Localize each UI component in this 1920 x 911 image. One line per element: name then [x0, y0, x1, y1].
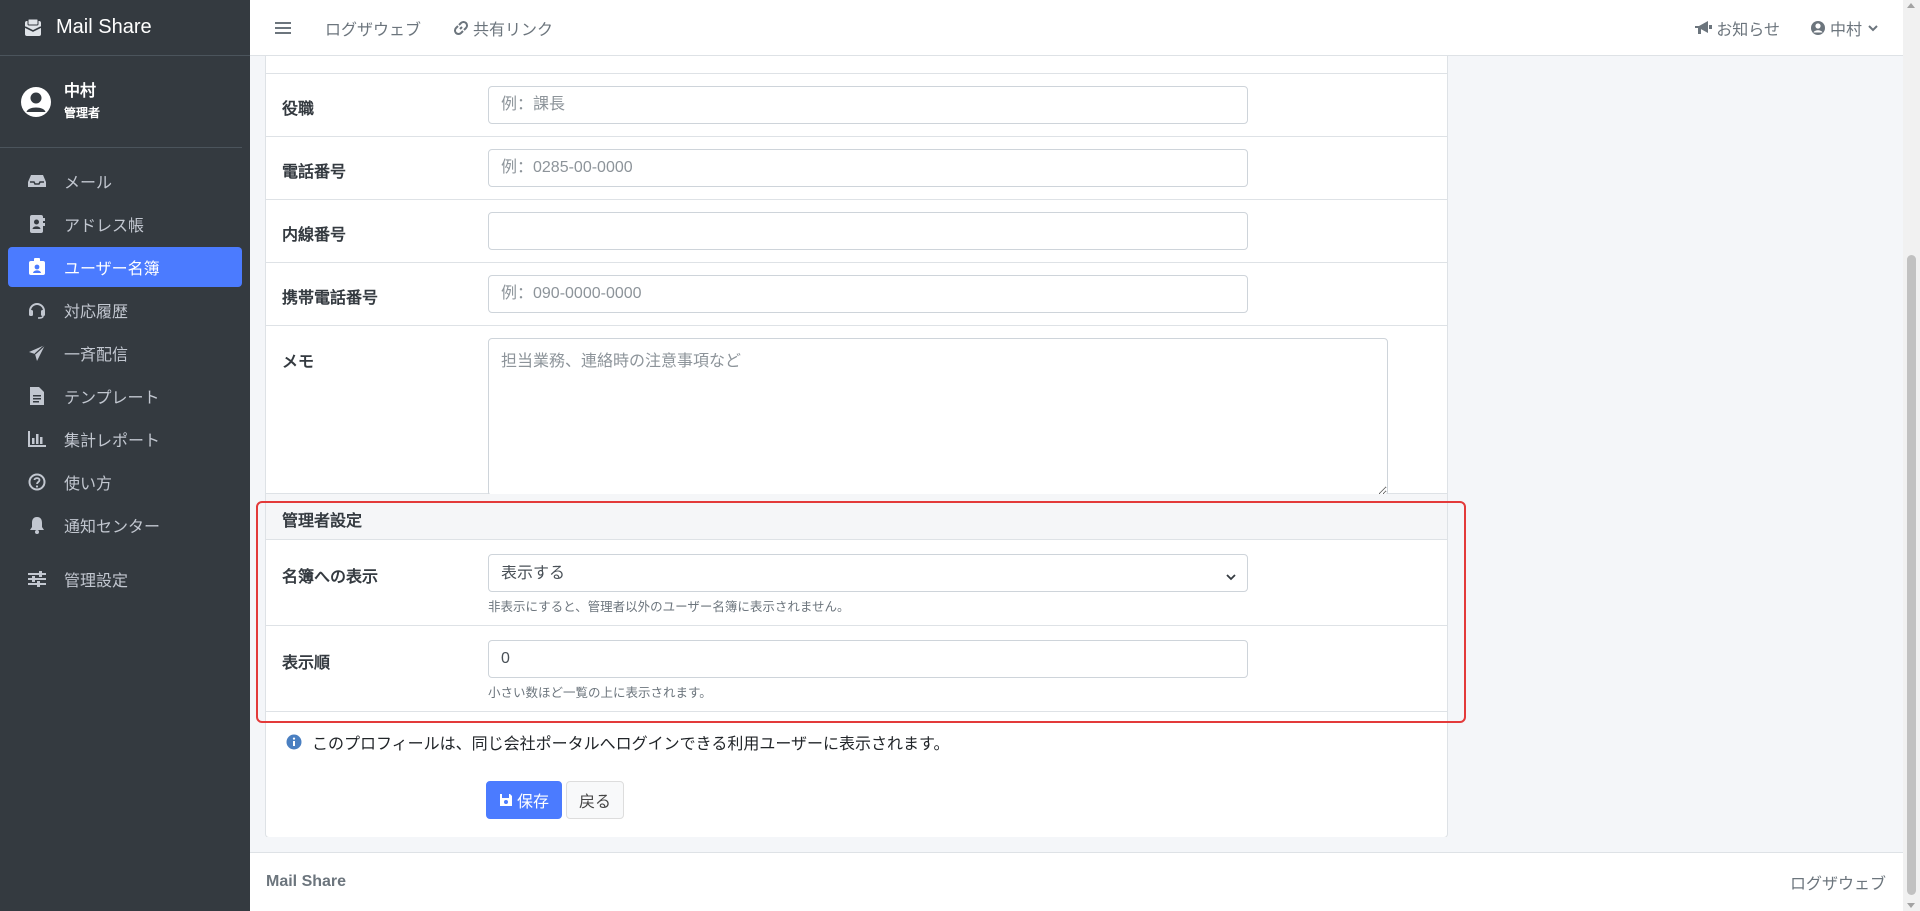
header-link-logzaweb[interactable]: ログザウェブ — [325, 16, 421, 40]
mobile-label: 携帯電話番号 — [282, 290, 379, 307]
memo-label: メモ — [282, 354, 315, 371]
page-scrollbar[interactable] — [1903, 0, 1920, 911]
save-button[interactable]: 保存 — [486, 781, 562, 819]
link-icon — [453, 20, 469, 36]
sidebar-item-label: 対応履歴 — [64, 304, 129, 321]
sidebar-item-label: 集計レポート — [64, 433, 161, 450]
brand-text: Mail Share — [56, 16, 152, 38]
sidebar-item-label: アドレス帳 — [64, 218, 145, 235]
sidebar-item-mail[interactable]: メール — [8, 161, 242, 201]
info-circle-icon — [286, 734, 302, 750]
chart-icon — [28, 430, 46, 448]
mobile-input[interactable] — [488, 275, 1248, 313]
form-row-position: 役職 — [266, 74, 1447, 137]
sidebar-item-help[interactable]: 使い方 — [8, 462, 242, 502]
sidebar-item-label: メール — [64, 175, 113, 192]
user-circle-icon — [20, 86, 52, 118]
paper-plane-icon — [28, 344, 46, 362]
hamburger-menu-icon[interactable] — [275, 21, 293, 35]
scroll-up-arrow-icon[interactable] — [1907, 3, 1915, 8]
notice-link[interactable]: お知らせ — [1694, 16, 1780, 40]
form-row-visibility: 名簿への表示 表示する 非表示にすると、管理者以外のユーザー名簿に表示されません… — [266, 540, 1447, 626]
admin-section-title: 管理者設定 — [282, 513, 363, 530]
form-row-hidden — [266, 56, 1447, 74]
visibility-help-text: 非表示にすると、管理者以外のユーザー名簿に表示されません。 — [488, 600, 850, 614]
extension-label: 内線番号 — [282, 227, 347, 244]
sidebar-item-templates[interactable]: テンプレート — [8, 376, 242, 416]
back-button[interactable]: 戻る — [566, 781, 624, 819]
sidebar-item-label: テンプレート — [64, 390, 160, 407]
sidebar-item-address-book[interactable]: アドレス帳 — [8, 204, 242, 244]
form-row-extension: 内線番号 — [266, 200, 1447, 263]
footer-right-text: ログザウェブ — [1789, 876, 1886, 893]
sidebar: Mail Share 中村 管理者 メール アドレス帳 ユーザー名簿 対応履歴 — [0, 0, 250, 911]
footer-brand: Mail Share — [266, 873, 347, 890]
inbox-icon — [28, 172, 46, 190]
extension-input[interactable] — [488, 212, 1248, 250]
form-row-memo: メモ — [266, 326, 1447, 496]
user-menu-dropdown[interactable]: 中村 — [1810, 16, 1882, 40]
user-panel[interactable]: 中村 管理者 — [0, 56, 242, 148]
position-input[interactable] — [488, 86, 1248, 124]
envelope-box-icon — [22, 17, 44, 39]
user-name: 中村 — [64, 82, 97, 100]
position-label: 役職 — [282, 101, 315, 118]
sidebar-item-user-directory[interactable]: ユーザー名簿 — [8, 247, 242, 287]
user-circle-icon — [1810, 20, 1826, 36]
headset-icon — [28, 301, 46, 319]
bell-icon — [28, 516, 46, 534]
sidebar-item-notifications[interactable]: 通知センター — [8, 505, 242, 545]
sidebar-item-history[interactable]: 対応履歴 — [8, 290, 242, 330]
top-navbar: ログザウェブ 共有リンク お知らせ 中村 — [250, 0, 1920, 56]
header-right: お知らせ 中村 — [1664, 0, 1882, 56]
megaphone-icon — [1694, 20, 1713, 36]
sidebar-item-label: 一斉配信 — [64, 347, 129, 364]
sidebar-item-admin-settings[interactable]: 管理設定 — [8, 559, 242, 599]
phone-input[interactable] — [488, 149, 1248, 187]
sidebar-item-label: 管理設定 — [64, 573, 129, 590]
visibility-select-wrapper: 表示する — [488, 554, 1248, 592]
scroll-down-arrow-icon[interactable] — [1907, 903, 1915, 908]
sidebar-item-label: 通知センター — [64, 519, 161, 536]
form-row-mobile: 携帯電話番号 — [266, 263, 1447, 326]
info-notice: このプロフィールは、同じ会社ポータルへログインできる利用ユーザーに表示されます。 — [286, 730, 949, 754]
visibility-label: 名簿への表示 — [282, 569, 379, 586]
order-label: 表示順 — [282, 655, 331, 672]
sidebar-item-label: ユーザー名簿 — [64, 261, 160, 278]
visibility-select[interactable]: 表示する — [488, 554, 1248, 592]
sidebar-item-reports[interactable]: 集計レポート — [8, 419, 242, 459]
sidebar-nav: メール アドレス帳 ユーザー名簿 対応履歴 一斉配信 テンプレート 集計レポート — [0, 161, 250, 599]
brand-link[interactable]: Mail Share — [0, 0, 250, 56]
header-link-shared-links[interactable]: 共有リンク — [453, 16, 553, 40]
order-help-text: 小さい数ほど一覧の上に表示されます。 — [488, 686, 712, 700]
sidebar-item-label: 使い方 — [64, 476, 113, 493]
chevron-down-icon — [1868, 24, 1878, 32]
memo-textarea[interactable] — [488, 338, 1388, 496]
nav-divider — [0, 548, 250, 556]
profile-form-card: 役職 電話番号 内線番号 携帯電話番号 メモ 管理者設定 名簿への表示 表 — [265, 56, 1448, 837]
file-icon — [28, 387, 46, 405]
form-row-phone: 電話番号 — [266, 137, 1447, 200]
floppy-disk-icon — [499, 793, 513, 807]
phone-label: 電話番号 — [282, 164, 347, 181]
scroll-thumb[interactable] — [1907, 255, 1916, 895]
order-input[interactable] — [488, 640, 1248, 678]
admin-section-header: 管理者設定 — [266, 494, 1447, 540]
footer: Mail Share ログザウェブ — [250, 852, 1920, 911]
address-book-icon — [28, 215, 46, 233]
sliders-icon — [28, 570, 46, 588]
info-text: このプロフィールは、同じ会社ポータルへログインできる利用ユーザーに表示されます。 — [312, 736, 950, 753]
sidebar-item-broadcast[interactable]: 一斉配信 — [8, 333, 242, 373]
id-badge-icon — [28, 258, 46, 276]
question-icon — [28, 473, 46, 491]
form-row-order: 表示順 小さい数ほど一覧の上に表示されます。 — [266, 626, 1447, 712]
user-role: 管理者 — [64, 105, 101, 120]
main-content: 役職 電話番号 内線番号 携帯電話番号 メモ 管理者設定 名簿への表示 表 — [250, 56, 1920, 837]
